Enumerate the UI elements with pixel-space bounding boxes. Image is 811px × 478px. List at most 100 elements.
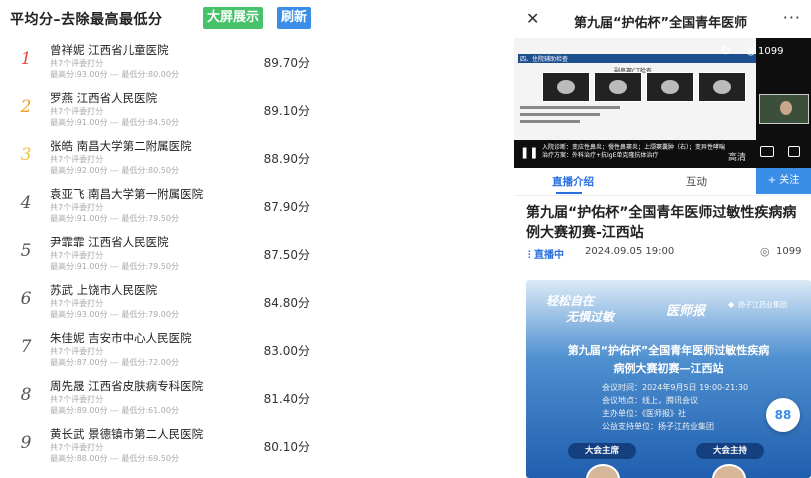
rank-number: 8 xyxy=(20,385,32,405)
refresh-icon[interactable]: ↻ xyxy=(720,44,731,59)
ranking-row[interactable]: 1 曾祥妮 江西省儿童医院 共7个评委打分 最高分:93.00分 --- 最低分… xyxy=(0,37,322,85)
contestant-name: 尹霏霏 江西省人民医院 xyxy=(50,235,169,249)
chair-avatar xyxy=(586,464,620,478)
judge-count: 共7个评委打分 xyxy=(50,251,104,260)
video-caption-treatment: 治疗方案：外科治疗+抗IgE单克隆抗体治疗 xyxy=(542,152,659,159)
average-score: 84.80分 xyxy=(263,296,310,310)
poster-sponsor: 扬子江药业集团 xyxy=(738,301,787,309)
host-label: 大会主持 xyxy=(696,443,764,459)
poster-slogan-line1: 轻松自在 xyxy=(546,294,595,308)
average-score: 89.10分 xyxy=(263,104,310,118)
average-score: 81.40分 xyxy=(263,392,310,406)
video-player[interactable]: 四、住院辅助检查 副鼻窦CT检查 入院诊断：变应性鼻炎；慢性鼻窦炎；上颌窦囊肿（… xyxy=(514,38,811,168)
judge-count: 共7个评委打分 xyxy=(50,155,104,164)
contestant-name: 曾祥妮 江西省儿童医院 xyxy=(50,43,169,57)
ct-scan-image xyxy=(594,72,642,102)
ranking-list: 1 曾祥妮 江西省儿童医院 共7个评委打分 最高分:93.00分 --- 最低分… xyxy=(0,37,322,469)
tab-interaction[interactable]: 互动 xyxy=(686,174,707,189)
refresh-button[interactable]: 刷新 xyxy=(277,7,312,29)
ct-scan-image xyxy=(698,72,746,102)
poster-brand-logo: 医师报 xyxy=(666,304,706,319)
contestant-name: 周先晟 江西省皮肤病专科医院 xyxy=(50,379,204,393)
judge-count: 共7个评委打分 xyxy=(50,107,104,116)
livestream-topbar: ✕ 第九届“护佑杯”全国青年医师 ··· xyxy=(514,0,811,38)
livestream-tabs: 直播介绍 互动 + 关注 xyxy=(514,168,811,196)
poster-info-supporter: 公益支持单位：扬子江药业集团 xyxy=(602,422,714,431)
contestant-name: 罗燕 江西省人民医院 xyxy=(50,91,158,105)
ct-scan-image xyxy=(646,72,694,102)
rank-number: 1 xyxy=(20,49,32,69)
bigscreen-button[interactable]: 大屏展示 xyxy=(203,7,264,29)
quality-button[interactable]: 高清 xyxy=(728,150,746,163)
event-view-count: 1099 xyxy=(776,246,802,257)
more-icon[interactable]: ··· xyxy=(783,8,801,27)
ranking-row[interactable]: 8 周先晟 江西省皮肤病专科医院 共7个评委打分 最高分:89.00分 --- … xyxy=(0,373,322,421)
ranking-row[interactable]: 2 罗燕 江西省人民医院 共7个评委打分 最高分:91.00分 --- 最低分:… xyxy=(0,85,322,133)
eye-icon: ◉ xyxy=(746,44,756,57)
rank-number: 6 xyxy=(20,289,32,309)
score-range: 最高分:89.00分 --- 最低分:61.00分 xyxy=(50,406,179,415)
ranking-row[interactable]: 3 张皓 南昌大学第二附属医院 共7个评委打分 最高分:92.00分 --- 最… xyxy=(0,133,322,181)
speaker-pip[interactable] xyxy=(759,94,809,124)
ranking-row[interactable]: 6 苏武 上饶市人民医院 共7个评委打分 最高分:93.00分 --- 最低分:… xyxy=(0,277,322,325)
score-range: 最高分:91.00分 --- 最低分:84.50分 xyxy=(50,118,179,127)
judge-count: 共7个评委打分 xyxy=(50,395,104,404)
ranking-row[interactable]: 5 尹霏霏 江西省人民医院 共7个评委打分 最高分:91.00分 --- 最低分… xyxy=(0,229,322,277)
event-datetime: 2024.09.05 19:00 xyxy=(585,246,675,257)
ranking-row[interactable]: 4 袁亚飞 南昌大学第一附属医院 共7个评委打分 最高分:91.00分 --- … xyxy=(0,181,322,229)
ranking-header: 平均分–去除最高最低分 xyxy=(10,8,163,30)
ranking-row[interactable]: 7 朱佳妮 吉安市中心人民医院 共7个评委打分 最高分:87.00分 --- 最… xyxy=(0,325,322,373)
judge-count: 共7个评委打分 xyxy=(50,59,104,68)
eye-icon: ◎ xyxy=(760,245,770,258)
score-range: 最高分:91.00分 --- 最低分:79.50分 xyxy=(50,214,179,223)
judge-count: 共7个评委打分 xyxy=(50,203,104,212)
tab-intro[interactable]: 直播介绍 xyxy=(552,174,594,189)
live-status-text: 直播中 xyxy=(533,250,564,261)
poster-slogan-line2: 无惧过敏 xyxy=(566,310,615,324)
average-score: 89.70分 xyxy=(263,56,310,70)
livestream-panel: ✕ 第九届“护佑杯”全国青年医师 ··· 四、住院辅助检查 副鼻窦CT检查 入院… xyxy=(514,0,811,478)
contestant-name: 张皓 南昌大学第二附属医院 xyxy=(50,139,192,153)
pause-icon[interactable]: ❚❚ xyxy=(520,146,538,159)
follow-button[interactable]: + 关注 xyxy=(756,168,811,194)
poster-heading-line2: 病例大赛初赛—江西站 xyxy=(613,362,724,375)
poster-info-location: 会议地点：线上，腾讯会议 xyxy=(602,396,698,405)
ranking-panel: 平均分–去除最高最低分 大屏展示 刷新 1 曾祥妮 江西省儿童医院 共7个评委打… xyxy=(0,0,322,478)
judge-count: 共7个评委打分 xyxy=(50,347,104,356)
contestant-name: 苏武 上饶市人民医院 xyxy=(50,283,158,297)
score-range: 最高分:93.00分 --- 最低分:79.00分 xyxy=(50,310,179,319)
rank-number: 5 xyxy=(20,241,32,261)
average-score: 87.90分 xyxy=(263,200,310,214)
score-range: 最高分:93.00分 --- 最低分:80.00分 xyxy=(50,70,179,79)
livestream-page-title: 第九届“护佑杯”全国青年医师 xyxy=(574,16,748,31)
ct-scan-image xyxy=(542,72,590,102)
chair-label: 大会主席 xyxy=(568,443,636,459)
poster-heading-line1: 第九届“护佑杯”全国青年医师过敏性疾病 xyxy=(567,344,770,357)
poster-info-time: 会议时间：2024年9月5日 19:00-21:30 xyxy=(602,383,749,392)
score-range: 最高分:88.00分 --- 最低分:69.50分 xyxy=(50,454,179,463)
grid-menu-button[interactable]: 88 xyxy=(766,398,800,432)
cast-icon[interactable] xyxy=(760,146,774,157)
rank-number: 7 xyxy=(20,337,32,357)
fullscreen-icon[interactable] xyxy=(788,146,800,157)
rank-number: 9 xyxy=(20,433,32,453)
average-score: 87.50分 xyxy=(263,248,310,262)
live-status-row: ⫶ 直播中 2024.09.05 19:00 ◎ 1099 xyxy=(528,245,808,261)
judge-count: 共7个评委打分 xyxy=(50,443,104,452)
poster-info-organizer: 主办单位：《医师报》社 xyxy=(602,409,686,418)
contestant-name: 朱佳妮 吉安市中心人民医院 xyxy=(50,331,192,345)
tab-active-indicator xyxy=(556,192,582,194)
average-score: 88.90分 xyxy=(263,152,310,166)
ranking-row[interactable]: 9 黄长武 景德镇市第二人民医院 共7个评委打分 最高分:88.00分 --- … xyxy=(0,421,322,469)
contestant-name: 黄长武 景德镇市第二人民医院 xyxy=(50,427,204,441)
score-range: 最高分:92.00分 --- 最低分:80.50分 xyxy=(50,166,179,175)
score-range: 最高分:91.00分 --- 最低分:79.50分 xyxy=(50,262,179,271)
close-icon[interactable]: ✕ xyxy=(526,9,539,28)
host-avatar xyxy=(712,464,746,478)
event-title: 第九届“护佑杯”全国青年医师过敏性疾病病例大赛初赛-江西站 xyxy=(526,205,797,241)
contestant-name: 袁亚飞 南昌大学第一附属医院 xyxy=(50,187,204,201)
score-range: 最高分:87.00分 --- 最低分:72.00分 xyxy=(50,358,179,367)
slide-text-lines xyxy=(520,106,620,127)
average-score: 80.10分 xyxy=(263,440,310,454)
judge-count: 共7个评委打分 xyxy=(50,299,104,308)
